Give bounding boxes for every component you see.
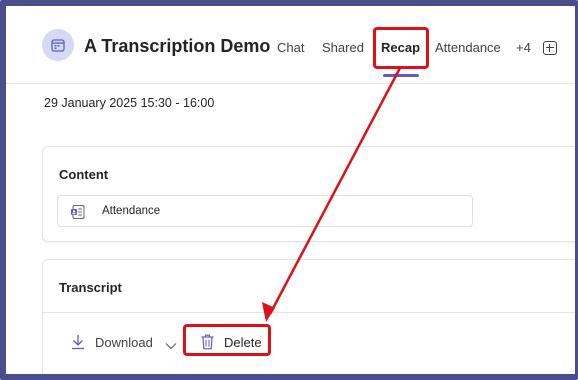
download-button[interactable]: Download [71,332,179,356]
download-icon [71,334,85,355]
tab-attendance[interactable]: Attendance [435,40,501,55]
content-card-title: Content [59,167,109,182]
recap-tab-highlight [373,27,429,69]
transcript-card-title: Transcript [59,280,122,295]
chevron-down-icon[interactable] [165,337,177,355]
calendar-icon [42,29,74,61]
transcript-divider [43,312,575,313]
active-tab-indicator [383,74,419,77]
tab-more[interactable]: +4 [516,40,531,55]
attendance-file-icon [70,204,86,220]
window-frame: A Transcription Demo Chat Shared Recap A… [0,0,578,380]
meeting-datetime: 29 January 2025 15:30 - 16:00 [44,96,215,110]
attachment-label: Attendance [102,205,161,217]
tab-chat[interactable]: Chat [277,40,304,55]
content-card: Content Attendance [42,146,575,242]
attendance-attachment[interactable]: Attendance [57,195,473,227]
meeting-title: A Transcription Demo [84,36,271,56]
transcript-card: Transcript Download Delete [42,259,575,374]
recap-panel: A Transcription Demo Chat Shared Recap A… [6,6,575,374]
meeting-header: A Transcription Demo Chat Shared Recap A… [6,6,575,84]
delete-button-highlight [183,324,271,356]
tab-shared[interactable]: Shared [322,40,364,55]
download-label: Download [95,335,153,350]
add-tab-icon[interactable] [543,41,557,55]
